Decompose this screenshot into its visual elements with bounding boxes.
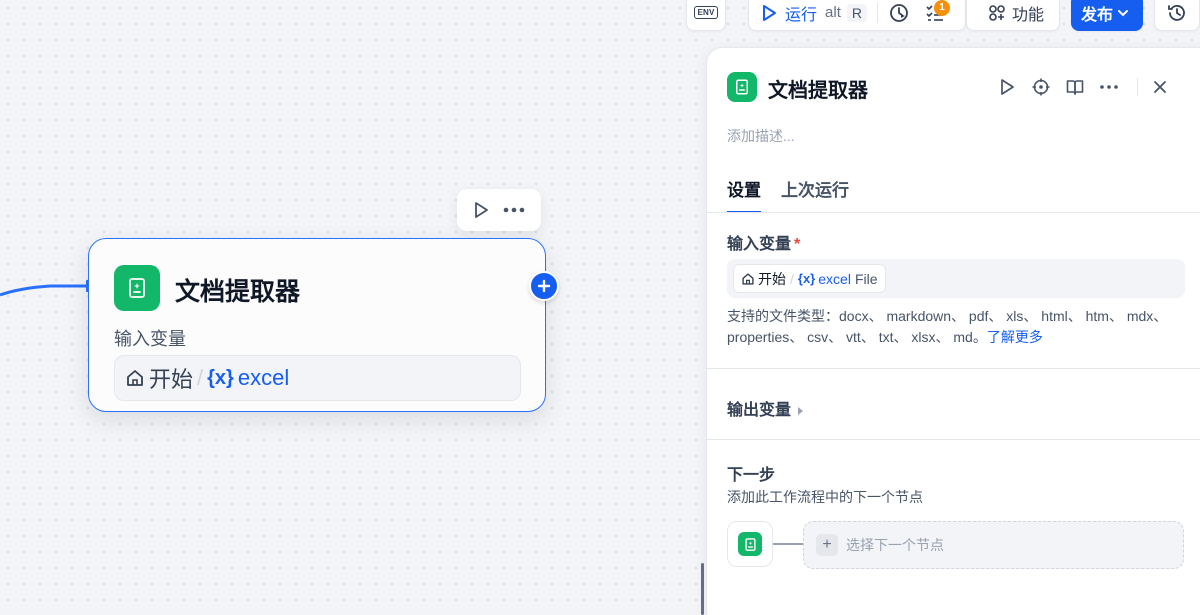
path-separator: / [790,270,794,287]
node-actions-bar [457,189,541,231]
variable-name: excel [818,270,851,287]
tab-settings[interactable]: 设置 [727,176,761,213]
actions-divider [1137,78,1138,96]
more-icon[interactable] [503,207,525,213]
plus-icon [537,279,551,293]
next-step-title: 下一步 [727,467,776,484]
variable-icon: {x} [207,366,234,389]
panel-resize-handle[interactable] [701,563,704,615]
description-input[interactable]: 添加描述... [727,126,795,146]
document-extractor-icon [738,532,762,556]
add-next-node-button[interactable] [529,271,559,301]
run-shortcut-key: R [846,3,867,22]
caret-right-icon [797,406,804,416]
variable-source: 开始 [758,270,786,287]
run-button-group: 运行 alt R 1 [748,0,966,31]
variable-chip[interactable]: 开始 / {x} excel File [733,264,886,293]
play-icon[interactable] [761,4,777,22]
env-icon: ENV [694,6,718,19]
features-button[interactable]: 功能 [966,0,1060,31]
panel-title[interactable]: 文档提取器 [768,74,868,103]
learn-more-link[interactable]: 了解更多 [987,329,1043,345]
node-input-label: 输入变量 [114,329,186,349]
features-icon [988,4,1006,22]
input-variable-title: 输入变量 * [727,230,800,254]
more-icon[interactable] [1097,75,1121,99]
home-icon [125,368,145,388]
node-config-panel: 文档提取器 添加描述... 设置 上次运行 输入变量 * 开始 / {x} ex… [706,47,1200,615]
next-step-connector [773,540,805,548]
toolbar-divider [876,2,878,23]
panel-actions [995,75,1182,99]
file-types-text: 支持的文件类型：docx、 markdown、 pdf、 xls、 html、 … [727,308,1168,345]
output-variable-toggle[interactable]: 输出变量 [727,396,804,420]
home-icon [741,272,755,286]
incoming-edge [0,280,90,297]
features-label: 功能 [1011,6,1044,24]
plus-icon: + [816,534,838,556]
tabs-underline [707,212,1200,213]
history-icon [1167,3,1187,23]
path-separator: / [197,365,204,390]
next-step-subtitle: 添加此工作流程中的下一个节点 [727,489,923,505]
play-icon[interactable] [995,75,1019,99]
publish-button[interactable]: 发布 [1071,0,1143,31]
version-history-button[interactable] [1154,0,1200,31]
section-divider [707,439,1200,440]
node-input-variable: 开始 / {x} excel [114,355,521,401]
run-label[interactable]: 运行 [785,1,817,25]
document-extractor-icon [727,72,757,102]
document-extractor-node[interactable]: 文档提取器 输入变量 开始 / {x} excel [88,238,546,412]
select-next-node-button[interactable]: + 选择下一个节点 [803,521,1184,569]
output-variable-title: 输出变量 [727,402,792,419]
close-icon[interactable] [1148,75,1172,99]
locate-icon[interactable] [1029,75,1053,99]
chevron-down-icon [1117,7,1129,19]
input-variable-selector[interactable]: 开始 / {x} excel File [727,259,1185,298]
input-variable-title-text: 输入变量 [727,236,792,253]
node-var-name: excel [237,365,290,390]
variable-type: File [854,270,878,287]
checklist-icon[interactable]: 1 [924,0,950,24]
node-title: 文档提取器 [175,278,301,306]
current-node-badge [727,521,773,567]
required-mark: * [794,236,801,253]
panel-tabs: 设置 上次运行 [727,176,849,213]
select-next-node-label: 选择下一个节点 [846,537,944,553]
play-icon[interactable] [473,201,489,219]
run-shortcut-mod: alt [825,4,841,21]
node-var-source: 开始 [149,367,194,392]
tab-last-run[interactable]: 上次运行 [781,176,849,213]
supported-file-types: 支持的文件类型：docx、 markdown、 pdf、 xls、 html、 … [727,306,1182,348]
test-run-history-icon[interactable] [888,2,910,24]
book-icon[interactable] [1063,75,1087,99]
env-button[interactable]: ENV [686,0,726,31]
publish-label: 发布 [1080,6,1113,24]
section-divider [707,368,1200,369]
document-extractor-icon [114,265,160,311]
variable-icon: {x} [797,271,816,286]
checklist-badge: 1 [933,0,950,16]
